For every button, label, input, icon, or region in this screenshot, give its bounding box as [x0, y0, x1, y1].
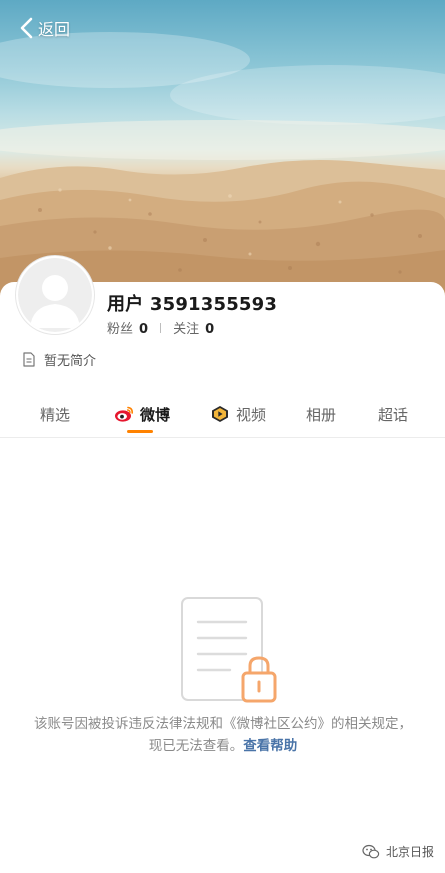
stats-divider — [160, 322, 162, 333]
follow-stats: 粉丝 0 关注 0 — [107, 318, 214, 337]
avatar[interactable] — [16, 256, 94, 334]
followers-stat[interactable]: 粉丝 0 — [107, 318, 148, 337]
notice-text: 该账号因被投诉违反法律法规和《微博社区公约》的相关规定，现已无法查看。 — [34, 716, 412, 754]
followers-count: 0 — [139, 322, 149, 337]
watermark: 北京日报 — [362, 843, 434, 860]
video-icon — [211, 406, 228, 422]
profile-cover-image — [0, 0, 445, 300]
document-icon — [23, 352, 35, 367]
default-avatar-icon — [30, 275, 80, 328]
tab-label: 超话 — [377, 405, 408, 424]
restricted-account-notice: 该账号因被投诉违反法律法规和《微博社区公约》的相关规定，现已无法查看。查看帮助 — [34, 713, 412, 757]
bio: 暂无简介 — [22, 350, 96, 369]
username: 用户 3591355593 — [107, 294, 278, 315]
tabs-divider — [0, 437, 445, 438]
weibo-logo-icon — [114, 406, 133, 422]
tab-featured[interactable]: 精选 — [22, 392, 88, 436]
tab-label: 相册 — [305, 405, 336, 424]
wechat-icon — [362, 844, 380, 858]
view-help-link[interactable]: 查看帮助 — [243, 738, 297, 754]
tab-label: 精选 — [39, 405, 70, 424]
bio-text: 暂无简介 — [44, 354, 97, 369]
tab-video[interactable]: 视频 — [196, 392, 280, 436]
tab-super-topic[interactable]: 超话 — [362, 392, 424, 436]
following-stat[interactable]: 关注 0 — [173, 318, 214, 337]
following-count: 0 — [205, 322, 215, 337]
locked-document-icon — [181, 597, 277, 703]
tab-album[interactable]: 相册 — [290, 392, 352, 436]
back-button[interactable]: 返回 — [18, 14, 70, 42]
profile-card — [0, 282, 445, 873]
tab-label: 微博 — [139, 405, 170, 424]
active-tab-indicator — [127, 430, 153, 433]
back-label: 返回 — [38, 20, 71, 39]
tab-label: 视频 — [235, 405, 266, 424]
profile-tabs: 精选 微博 视频 相册 超话 — [0, 392, 445, 436]
watermark-text: 北京日报 — [386, 845, 435, 859]
followers-label: 粉丝 — [107, 322, 134, 337]
following-label: 关注 — [173, 322, 200, 337]
chevron-left-icon — [20, 17, 33, 39]
